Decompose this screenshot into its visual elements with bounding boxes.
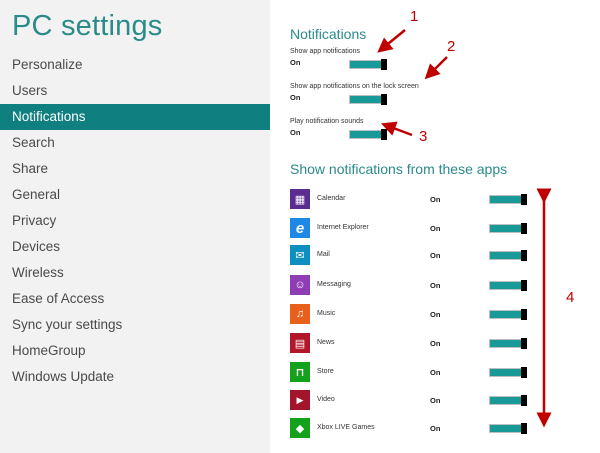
setting-label: Show app notifications on the lock scree… (290, 83, 419, 90)
nav-item-share[interactable]: Share (0, 156, 270, 182)
toggle-thumb (521, 194, 527, 205)
nav-item-notifications[interactable]: Notifications (0, 104, 270, 130)
settings-nav-list: Personalize Users Notifications Search S… (0, 52, 270, 390)
notifications-heading: Notifications (290, 26, 367, 42)
toggle-thumb (521, 280, 527, 291)
app-name: Messaging (317, 281, 351, 288)
messaging-icon: ☺ (290, 275, 310, 295)
music-icon: ♫ (290, 304, 310, 324)
app-row-mail: ✉ Mail On (290, 245, 530, 267)
setting-lock-screen-notifications: Show app notifications on the lock scree… (290, 83, 510, 105)
app-state: On (430, 396, 441, 405)
app-row-video: ▶ Video On (290, 390, 530, 412)
music-toggle[interactable] (489, 309, 527, 320)
calendar-icon: ▦ (290, 189, 310, 209)
annotation-number-1: 1 (410, 8, 419, 25)
toggle-thumb (521, 395, 527, 406)
setting-state: On (290, 58, 301, 67)
nav-item-general[interactable]: General (0, 182, 270, 208)
toggle-thumb (521, 423, 527, 434)
video-icon: ▶ (290, 390, 310, 410)
show-app-notifications-toggle[interactable] (349, 59, 387, 70)
nav-item-users[interactable]: Users (0, 78, 270, 104)
setting-show-app-notifications: Show app notifications On (290, 48, 510, 70)
app-name: Calendar (317, 195, 346, 202)
nav-item-wireless[interactable]: Wireless (0, 260, 270, 286)
app-name: News (317, 339, 335, 346)
news-toggle[interactable] (489, 338, 527, 349)
annotation-number-3: 3 (419, 128, 428, 145)
nav-item-ease-of-access[interactable]: Ease of Access (0, 286, 270, 312)
app-name: Store (317, 368, 334, 375)
store-icon: ⊓ (290, 362, 310, 382)
annotation-number-2: 2 (447, 38, 456, 55)
nav-item-homegroup[interactable]: HomeGroup (0, 338, 270, 364)
settings-nav-panel: PC settings Personalize Users Notificati… (0, 0, 270, 453)
lock-screen-notifications-toggle[interactable] (349, 94, 387, 105)
app-row-news: ▤ News On (290, 333, 530, 355)
messaging-toggle[interactable] (489, 280, 527, 291)
toggle-thumb (381, 94, 387, 105)
nav-item-devices[interactable]: Devices (0, 234, 270, 260)
store-toggle[interactable] (489, 367, 527, 378)
toggle-thumb (521, 367, 527, 378)
nav-item-sync-settings[interactable]: Sync your settings (0, 312, 270, 338)
app-row-xbox-games: ◆ Xbox LIVE Games On (290, 418, 530, 440)
nav-item-search[interactable]: Search (0, 130, 270, 156)
app-row-internet-explorer: e Internet Explorer On (290, 218, 530, 240)
toggle-thumb (521, 309, 527, 320)
xbox-games-icon: ◆ (290, 418, 310, 438)
mail-icon: ✉ (290, 245, 310, 265)
setting-state: On (290, 128, 301, 137)
internet-explorer-icon: e (290, 218, 310, 238)
app-row-calendar: ▦ Calendar On (290, 189, 530, 211)
video-toggle[interactable] (489, 395, 527, 406)
app-state: On (430, 251, 441, 260)
setting-label: Play notification sounds (290, 118, 364, 125)
app-name: Video (317, 396, 335, 403)
app-name: Mail (317, 251, 330, 258)
app-state: On (430, 281, 441, 290)
page-title: PC settings (12, 10, 163, 42)
app-state: On (430, 224, 441, 233)
app-state: On (430, 339, 441, 348)
toggle-thumb (521, 338, 527, 349)
app-state: On (430, 195, 441, 204)
xbox-games-toggle[interactable] (489, 423, 527, 434)
setting-notification-sounds: Play notification sounds On (290, 118, 510, 140)
app-name: Xbox LIVE Games (317, 424, 375, 431)
settings-content: Notifications Show app notifications On … (290, 0, 600, 453)
calendar-toggle[interactable] (489, 194, 527, 205)
news-icon: ▤ (290, 333, 310, 353)
annotation-number-4: 4 (566, 289, 575, 306)
app-state: On (430, 368, 441, 377)
internet-explorer-toggle[interactable] (489, 223, 527, 234)
setting-state: On (290, 93, 301, 102)
app-row-store: ⊓ Store On (290, 362, 530, 384)
app-name: Internet Explorer (317, 224, 369, 231)
nav-item-windows-update[interactable]: Windows Update (0, 364, 270, 390)
setting-label: Show app notifications (290, 48, 361, 55)
mail-toggle[interactable] (489, 250, 527, 261)
toggle-thumb (521, 223, 527, 234)
app-row-music: ♫ Music On (290, 304, 530, 326)
app-row-messaging: ☺ Messaging On (290, 275, 530, 297)
nav-item-personalize[interactable]: Personalize (0, 52, 270, 78)
toggle-thumb (381, 129, 387, 140)
apps-section-heading: Show notifications from these apps (290, 161, 508, 177)
app-state: On (430, 424, 441, 433)
app-state: On (430, 310, 441, 319)
toggle-thumb (521, 250, 527, 261)
nav-item-privacy[interactable]: Privacy (0, 208, 270, 234)
toggle-thumb (381, 59, 387, 70)
app-name: Music (317, 310, 336, 317)
notification-sounds-toggle[interactable] (349, 129, 387, 140)
